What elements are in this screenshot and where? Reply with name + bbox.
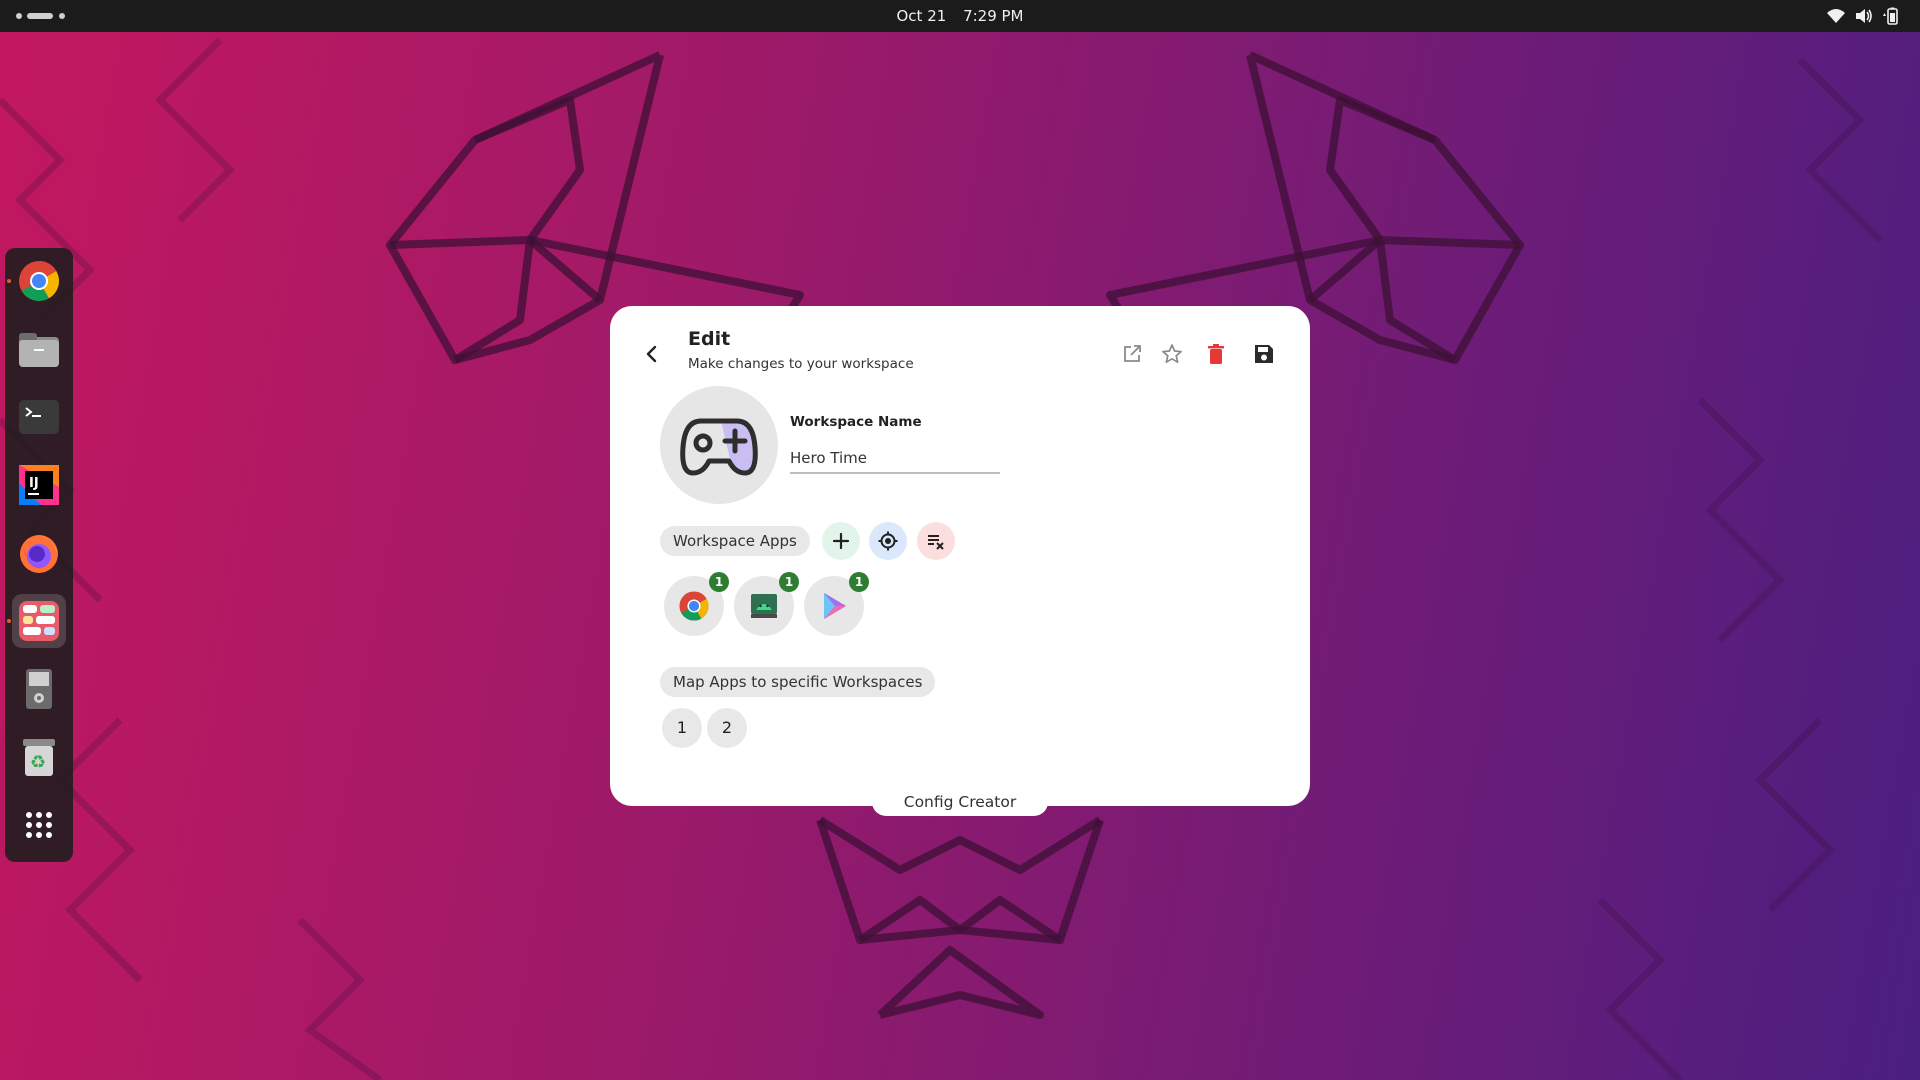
app-tile-chrome[interactable]: 1 [664,572,729,636]
open-external-icon [1124,345,1141,362]
trash-icon: ♻ [23,739,55,776]
workspace-name-label: Workspace Name [790,414,922,430]
system-tray[interactable] [1826,7,1902,25]
dock-item-intellij[interactable]: IJ [12,458,66,512]
dock-item-terminal[interactable] [12,390,66,444]
delete-button[interactable] [1202,340,1230,368]
app-count-badge: 1 [779,572,799,592]
workspace-1-button[interactable]: 1 [662,708,702,748]
svg-text:IJ: IJ [29,476,39,491]
locate-app-button[interactable] [869,522,907,560]
chrome-icon [19,261,59,301]
dock-item-chrome[interactable] [7,254,66,308]
volume-icon [1856,9,1872,23]
gamepad-icon [680,418,758,476]
dock-item-config-creator[interactable] [7,594,66,648]
chrome-icon [679,591,709,621]
dialog-title: Edit [688,328,731,350]
app-title-tab: Config Creator [872,786,1048,816]
svg-text:♻: ♻ [30,752,46,773]
app-count-badge: 1 [709,572,729,592]
dock-item-removable-drive[interactable] [12,662,66,716]
drive-icon [26,669,52,709]
open-external-button[interactable] [1118,340,1146,368]
top-bar: Oct 21 7:29 PM [0,0,1920,32]
dock-item-firefox[interactable] [12,526,66,580]
favorite-button[interactable] [1158,340,1186,368]
dialog-subtitle: Make changes to your workspace [688,356,914,372]
add-app-button[interactable] [822,522,860,560]
folder-icon [19,333,59,367]
clock-time: 7:29 PM [963,7,1024,25]
app-tile-android-studio[interactable]: 1 [734,572,799,636]
terminal-icon [19,400,59,434]
workspace-apps-label: Workspace Apps [660,526,810,556]
intellij-icon: IJ [19,465,59,505]
dock-item-trash[interactable]: ♻ [12,730,66,784]
firefox-icon [20,535,58,573]
app-tile-play-store[interactable]: 1 [804,572,869,636]
running-indicator [7,279,11,283]
workspace-name-input[interactable] [790,444,1000,474]
map-apps-label: Map Apps to specific Workspaces [660,667,936,697]
clock-date: Oct 21 [896,7,947,25]
save-button[interactable] [1250,340,1278,368]
clock[interactable]: Oct 21 7:29 PM [0,7,1920,25]
android-icon [751,594,777,618]
app-count-badge: 1 [849,572,869,592]
clear-apps-button[interactable] [917,522,955,560]
save-icon [1255,345,1273,363]
running-indicator [7,619,11,623]
battery-icon [1883,7,1898,25]
crosshair-icon [878,531,898,551]
wifi-icon [1827,9,1845,23]
dock: IJ ♻ [5,248,73,862]
dock-item-show-apps[interactable] [12,798,66,852]
apps-grid-icon [26,812,52,838]
grid-app-icon [19,601,59,641]
plus-icon [832,532,850,550]
play-icon [824,593,846,619]
back-button[interactable] [640,342,664,366]
workspace-avatar[interactable] [660,386,778,504]
workspace-2-button[interactable]: 2 [707,708,747,748]
edit-workspace-dialog: Edit Make changes to your workspace Work… [610,306,1310,806]
dock-item-files[interactable] [12,322,66,376]
trash-icon [1208,344,1224,364]
clear-list-icon [928,535,944,550]
star-icon [1162,344,1182,364]
chevron-left-icon [646,345,657,363]
